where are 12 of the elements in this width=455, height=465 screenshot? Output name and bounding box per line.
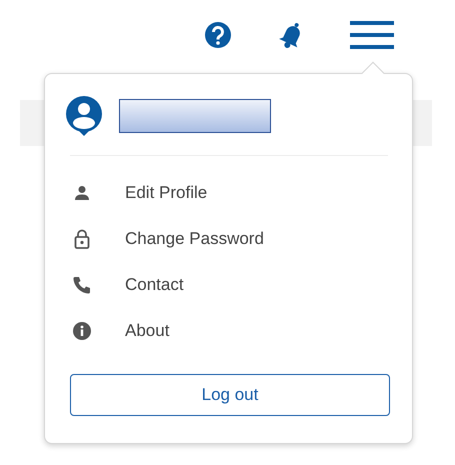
menu-icon	[350, 20, 394, 50]
lock-icon	[74, 229, 90, 249]
menu-item[interactable]: Contact	[65, 262, 388, 308]
help-icon	[204, 20, 232, 48]
person-icon	[74, 185, 90, 201]
menu-item[interactable]: Change Password	[65, 216, 388, 262]
menu-item[interactable]: Edit Profile	[65, 170, 388, 216]
user-avatar-icon	[65, 96, 103, 136]
logout-button[interactable]: Log out	[70, 374, 390, 416]
menu-item[interactable]: About	[65, 308, 388, 354]
phone-icon	[73, 276, 91, 294]
info-icon	[73, 322, 91, 340]
